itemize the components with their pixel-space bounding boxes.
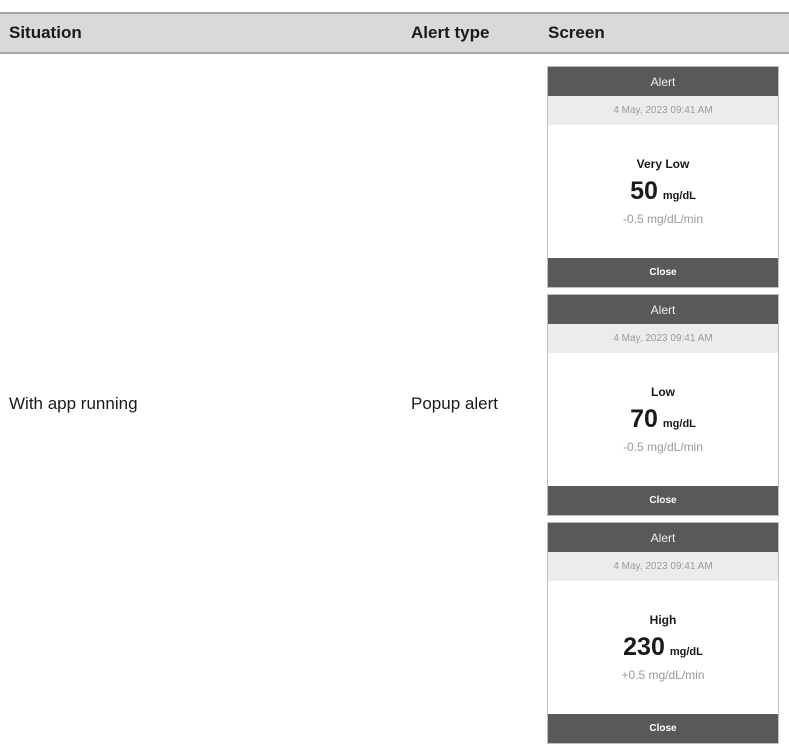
popup-body: High 230 mg/dL +0.5 mg/dL/min: [548, 581, 778, 714]
popup-reading: 50 mg/dL: [630, 177, 696, 206]
glucose-unit: mg/dL: [662, 190, 696, 202]
table-header: Situation Alert type Screen: [0, 12, 789, 54]
header-row: Situation Alert type Screen: [0, 12, 789, 54]
header-situation: Situation: [0, 12, 402, 54]
popup-body: Very Low 50 mg/dL -0.5 mg/dL/min: [548, 125, 778, 258]
popup-level: High: [649, 613, 677, 627]
glucose-trend: +0.5 mg/dL/min: [621, 668, 705, 682]
popup-reading: 70 mg/dL: [630, 405, 696, 434]
popup-low: Alert 4 May, 2023 09:41 AM Low 70 mg/dL …: [547, 294, 779, 516]
glucose-trend: -0.5 mg/dL/min: [622, 440, 704, 454]
screen-cell: Alert 4 May, 2023 09:41 AM Very Low 50 m…: [539, 53, 789, 754]
popup-datetime: 4 May, 2023 09:41 AM: [548, 324, 778, 353]
close-button[interactable]: Close: [548, 714, 778, 743]
popup-datetime: 4 May, 2023 09:41 AM: [548, 96, 778, 125]
popup-title: Alert: [548, 523, 778, 552]
header-alert-type: Alert type: [402, 12, 539, 54]
popup-body: Low 70 mg/dL -0.5 mg/dL/min: [548, 353, 778, 486]
close-button[interactable]: Close: [548, 258, 778, 287]
popup-reading: 230 mg/dL: [623, 633, 703, 662]
popup-high: Alert 4 May, 2023 09:41 AM High 230 mg/d…: [547, 522, 779, 744]
popup-screens: Alert 4 May, 2023 09:41 AM Very Low 50 m…: [547, 54, 789, 744]
popup-very-low: Alert 4 May, 2023 09:41 AM Very Low 50 m…: [547, 66, 779, 288]
alert-table: Situation Alert type Screen With app run…: [0, 12, 789, 754]
glucose-value: 70: [630, 405, 658, 433]
situation-cell: With app running: [9, 394, 138, 413]
header-screen: Screen: [539, 12, 789, 54]
popup-datetime: 4 May, 2023 09:41 AM: [548, 552, 778, 581]
close-button[interactable]: Close: [548, 486, 778, 515]
popup-title: Alert: [548, 67, 778, 96]
glucose-value: 50: [630, 177, 658, 205]
glucose-unit: mg/dL: [662, 418, 696, 430]
table-row: With app running Popup alert Alert 4 May…: [0, 53, 789, 754]
popup-title: Alert: [548, 295, 778, 324]
glucose-trend: -0.5 mg/dL/min: [622, 212, 704, 226]
glucose-unit: mg/dL: [669, 646, 703, 658]
glucose-value: 230: [623, 633, 665, 661]
popup-level: Low: [651, 385, 675, 399]
alert-type-cell: Popup alert: [411, 394, 498, 413]
popup-level: Very Low: [636, 157, 690, 171]
